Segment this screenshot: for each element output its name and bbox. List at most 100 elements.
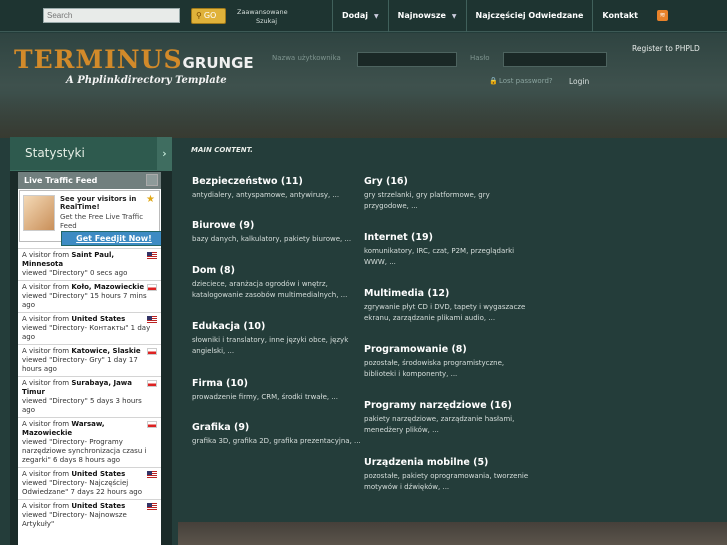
site-logo[interactable]: TERMINUSGRUNGE [14,45,254,74]
chevron-down-icon: ▼ [451,13,457,20]
subcategory-links[interactable]: bazy danych, kalkulatory, pakiety biurow… [192,234,362,245]
category-link[interactable]: Urządzenia mobilne (5) [364,457,534,469]
feed-entries: A visitor from Saint Paul, Minnesota view… [18,248,161,531]
nav-item-label: Najnowsze [397,11,446,20]
advanced-search-link[interactable]: Zaawansowane Szukaj [237,8,288,26]
chevron-right-icon[interactable]: › [157,137,172,171]
subcategory-links[interactable]: komunikatory, IRC, czat, P2M, przeglądar… [364,246,534,268]
lock-icon: 🔒 [489,77,498,85]
entry-prefix: A visitor from [22,470,70,478]
feed-entry[interactable]: A visitor from Saint Paul, Minnesota view… [18,248,161,280]
entry-prefix: A visitor from [22,420,70,428]
subcategory-links[interactable]: gry strzelanki, gry platformowe, gry prz… [364,190,534,212]
nav-item-2[interactable]: Najczęściej Odwiedzane [465,0,593,32]
username-label: Nazwa użytkownika [272,54,341,62]
entry-place: United States [71,502,126,510]
feed-entry[interactable]: A visitor from Koło, Mazowieckie viewed "… [18,280,161,312]
subcategory-links[interactable]: zgrywanie płyt CD i DVD, tapety i wygasz… [364,302,534,324]
entry-prefix: A visitor from [22,283,70,291]
feed-entry[interactable]: A visitor from Surabaya, Jawa Timur viewe… [18,376,161,417]
entry-text: viewed "Directory" 0 secs ago [22,269,128,277]
star-icon: ★ [146,194,155,205]
login-link[interactable]: Login [569,77,589,86]
live-traffic-feed: Live Traffic Feed See your visitors in R… [18,172,161,545]
category-block: Internet (19) komunikatory, IRC, czat, P2… [364,232,534,268]
nav-item-3[interactable]: Kontakt [592,0,647,32]
category-link[interactable]: Programy narzędziowe (16) [364,400,534,412]
feed-entry[interactable]: A visitor from United States viewed "Dire… [18,467,161,499]
category-link[interactable]: Firma (10) [192,378,362,390]
category-block: Programowanie (8) pozostałe, środowiska p… [364,344,534,380]
flag-icon [147,316,157,323]
category-link[interactable]: Dom (8) [192,265,362,277]
feed-options-icon[interactable] [146,174,158,186]
entry-text: viewed "Directory" 5 days 3 hours ago [22,397,142,414]
category-link[interactable]: Multimedia (12) [364,288,534,300]
header: TERMINUSGRUNGE A Phplinkdirectory Templa… [0,33,727,138]
category-link[interactable]: Edukacja (10) [192,321,362,333]
footer-texture [178,522,727,545]
go-button[interactable]: ⚲ GO [191,8,226,24]
entry-prefix: A visitor from [22,347,70,355]
get-feedjit-button[interactable]: Get Feedjit Now! [61,231,161,246]
subcategory-links[interactable]: dzieciece, aranżacja ogrodów i wnętrz, k… [192,279,362,301]
nav-item-label: Kontakt [602,11,639,20]
register-link[interactable]: Register to PHPLD [632,44,700,53]
password-field[interactable] [503,52,607,67]
tagline: A Phplinkdirectory Template [66,75,227,86]
subcategory-links[interactable]: grafika 3D, grafika 2D, grafika prezenta… [192,436,362,447]
entry-text: viewed "Directory- Gry" 1 day 17 hours a… [22,356,138,373]
main-nav: Dodaj ▼ Najnowsze ▼ Najczęściej Odwiedzane Ko… [332,0,647,32]
chevron-down-icon: ▼ [374,13,379,20]
entry-text: viewed "Directory- Programy narzędziowe … [22,438,147,464]
feed-title: Live Traffic Feed [24,176,98,185]
subcategory-links[interactable]: pakiety narzędziowe, zarządzanie hasłami… [364,414,534,436]
advanced-search-line1: Zaawansowane [237,8,288,16]
category-link[interactable]: Biurowe (9) [192,220,362,232]
category-block: Grafika (9) grafika 3D, grafika 2D, grafi… [192,422,362,447]
search-icon: ⚲ [196,11,202,20]
go-button-label: GO [203,11,217,20]
stats-title: Statystyki [25,146,85,160]
flag-icon [147,503,157,510]
subcategory-links[interactable]: prowadzenie firmy, CRM, środki trwałe, .… [192,392,362,403]
sidebar: Statystyki › Live Traffic Feed See your … [10,137,172,545]
lost-password-link[interactable]: Lost password? [499,77,553,85]
entry-place: Katowice, Slaskie [71,347,141,355]
category-block: Dom (8) dzieciece, aranżacja ogrodów i wn… [192,265,362,301]
category-link[interactable]: Internet (19) [364,232,534,244]
entry-prefix: A visitor from [22,251,70,259]
flag-icon [147,421,157,428]
subcategory-links[interactable]: pozostałe, pakiety oprogramowania, tworz… [364,471,534,493]
feed-header: Live Traffic Feed [18,172,161,189]
feed-entry[interactable]: A visitor from Warsaw, Mazowieckie viewed… [18,417,161,467]
entry-place: United States [71,315,126,323]
nav-item-label: Najczęściej Odwiedzane [475,11,584,20]
category-link[interactable]: Gry (16) [364,176,534,188]
feed-entry[interactable]: A visitor from United States viewed "Dire… [18,499,161,531]
subcategory-links[interactable]: antydialery, antyspamowe, antywirusy, ..… [192,190,362,201]
username-field[interactable] [357,52,457,67]
entry-text: viewed "Directory- Najczęściej Odwiedzan… [22,479,143,496]
entry-prefix: A visitor from [22,315,70,323]
logo-sub: GRUNGE [182,54,254,72]
category-block: Programy narzędziowe (16) pakiety narzędz… [364,400,534,436]
feed-entry[interactable]: A visitor from Katowice, Slaskie viewed "… [18,344,161,376]
search-input[interactable] [43,8,180,23]
category-link[interactable]: Grafika (9) [192,422,362,434]
subcategory-links[interactable]: słowniki i translatory, inne języki obce… [192,335,362,357]
nav-item-0[interactable]: Dodaj ▼ [332,0,388,32]
entry-text: viewed "Directory- Контакты" 1 day ago [22,324,151,341]
category-link[interactable]: Programowanie (8) [364,344,534,356]
category-block: Firma (10) prowadzenie firmy, CRM, środki… [192,378,362,403]
rss-icon[interactable]: ≋ [657,10,668,21]
feed-entry[interactable]: A visitor from United States viewed "Dire… [18,312,161,344]
category-link[interactable]: Bezpieczeństwo (11) [192,176,362,188]
flag-icon [147,348,157,355]
main-content-heading: MAIN CONTENT. [191,146,253,154]
entry-text: viewed "Directory- Najnowsze Artykuły" [22,511,127,528]
flag-icon [147,471,157,478]
nav-item-1[interactable]: Najnowsze ▼ [387,0,466,32]
promo-subtitle: Get the Free Live Traffic Feed [60,213,144,230]
subcategory-links[interactable]: pozostałe, środowiska programistyczne, b… [364,358,534,380]
